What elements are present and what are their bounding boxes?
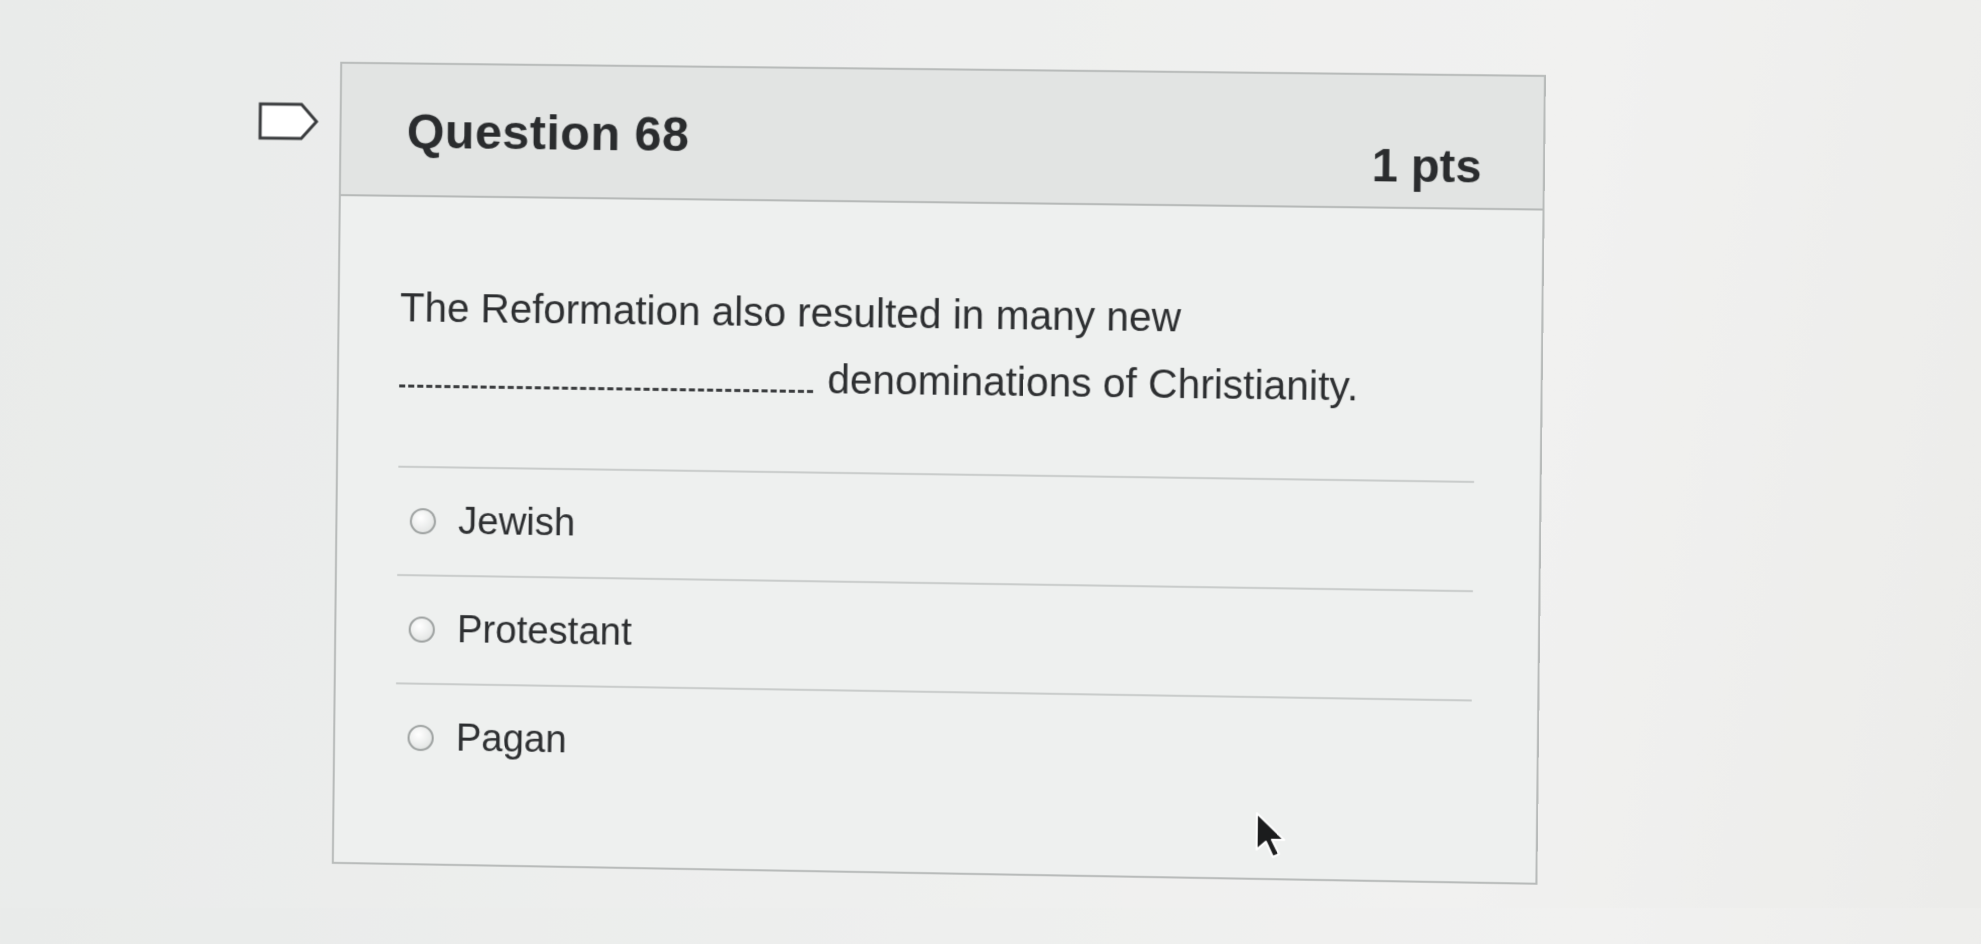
question-points: 1 pts — [1371, 138, 1482, 193]
answer-label: Jewish — [457, 500, 576, 545]
mouse-pointer-icon — [1253, 811, 1288, 860]
fill-in-blank — [399, 354, 814, 394]
answer-option-pagan[interactable]: Pagan — [395, 684, 1472, 808]
question-title: Question 68 — [406, 105, 690, 163]
radio-button[interactable] — [409, 507, 437, 535]
question-text-after: denominations of Christianity. — [827, 358, 1359, 410]
question-card: Question 68 1 pts The Reformation also r… — [331, 61, 1546, 885]
answer-list: Jewish Protestant Pagan — [395, 465, 1475, 809]
question-text: The Reformation also resulted in many ne… — [399, 275, 1476, 422]
page: Question 68 1 pts The Reformation also r… — [0, 0, 1981, 944]
answer-option-jewish[interactable]: Jewish — [397, 468, 1474, 591]
radio-button[interactable] — [407, 724, 434, 752]
radio-button[interactable] — [408, 616, 436, 643]
answer-option-protestant[interactable]: Protestant — [396, 576, 1473, 699]
answer-label: Pagan — [455, 716, 567, 761]
answer-label: Protestant — [456, 608, 632, 654]
question-header: Question 68 1 pts — [340, 63, 1544, 211]
question-text-before: The Reformation also resulted in many ne… — [399, 286, 1182, 341]
flag-question-icon[interactable] — [257, 101, 320, 142]
